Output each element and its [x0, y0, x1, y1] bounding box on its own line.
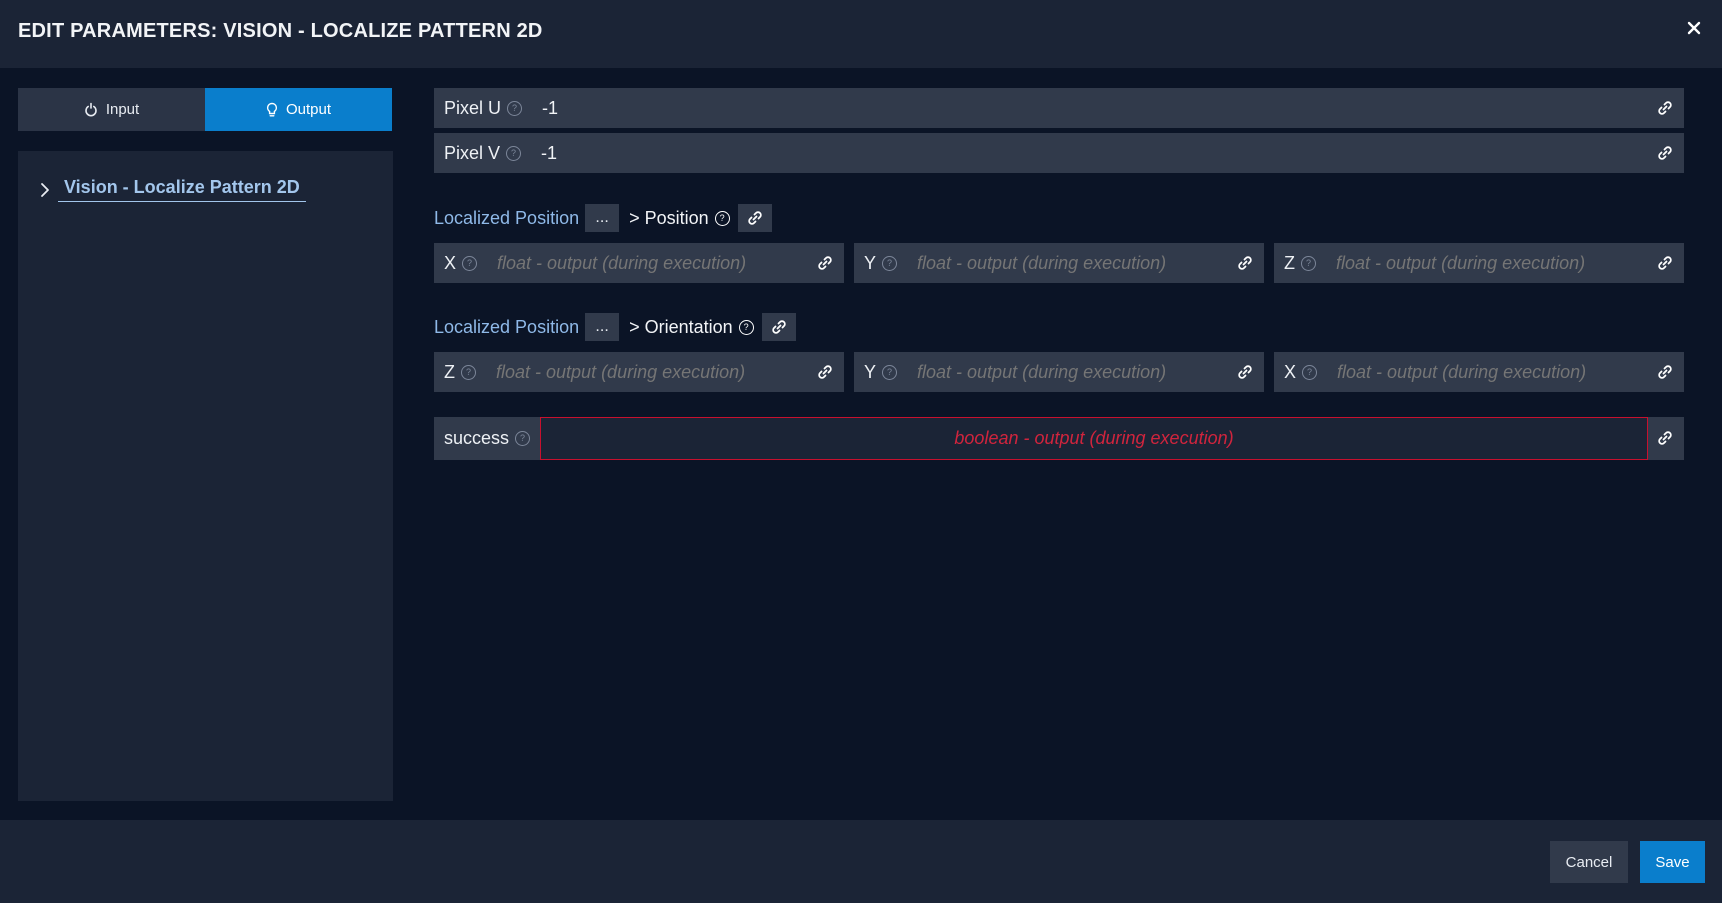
link-button[interactable]: [810, 357, 840, 387]
tree-node[interactable]: Vision - Localize Pattern 2D: [40, 177, 306, 202]
success-label: success: [444, 428, 510, 448]
help-icon[interactable]: ?: [1302, 364, 1318, 380]
pixel-v-row: Pixel V ? -1: [434, 133, 1684, 173]
link-button[interactable]: [1230, 248, 1260, 278]
help-icon[interactable]: ?: [462, 255, 478, 271]
orientation-y-field: Y?: [854, 352, 1264, 392]
link-icon: [1658, 431, 1672, 445]
close-button[interactable]: [1680, 14, 1708, 42]
lightbulb-icon: [266, 102, 278, 116]
success-input[interactable]: boolean - output (during execution): [540, 417, 1648, 460]
pixel-u-value[interactable]: -1: [542, 98, 558, 119]
position-y-input[interactable]: [915, 251, 1220, 275]
help-icon[interactable]: ?: [506, 145, 522, 161]
orientation-x-input[interactable]: [1335, 360, 1640, 384]
position-label: > Position: [629, 207, 709, 228]
chevron-right-icon[interactable]: [40, 182, 50, 198]
tree-panel: Vision - Localize Pattern 2D: [18, 151, 393, 801]
position-x-input[interactable]: [495, 251, 800, 275]
orientation-link-button[interactable]: [761, 313, 796, 341]
pixel-u-label: Pixel U: [444, 97, 502, 118]
more-button[interactable]: ...: [585, 313, 620, 341]
dialog-title: EDIT PARAMETERS: VISION - LOCALIZE PATTE…: [18, 20, 543, 42]
link-button[interactable]: [1650, 248, 1680, 278]
orientation-z-input[interactable]: [494, 360, 798, 384]
save-button[interactable]: Save: [1640, 841, 1705, 883]
link-icon: [1658, 365, 1672, 379]
help-icon[interactable]: ?: [882, 255, 898, 271]
tab-input-label: Input: [105, 101, 140, 118]
pixel-v-value[interactable]: -1: [541, 143, 557, 164]
close-icon: [1687, 21, 1701, 35]
link-icon: [1658, 146, 1672, 160]
help-icon[interactable]: ?: [738, 319, 754, 335]
link-icon: [1658, 101, 1672, 115]
success-row: success? boolean - output (during execut…: [434, 417, 1684, 460]
position-y-label: Y: [864, 252, 877, 273]
pixel-v-label: Pixel V: [444, 142, 501, 163]
link-icon: [747, 211, 762, 225]
position-y-field: Y?: [854, 243, 1264, 283]
orientation-section-header: Localized Position ... > Orientation ?: [434, 312, 796, 342]
orientation-y-label: Y: [864, 361, 877, 382]
link-icon: [771, 320, 786, 334]
link-button[interactable]: [1650, 93, 1680, 123]
link-button[interactable]: [1650, 423, 1680, 453]
position-x-label: X: [444, 252, 457, 273]
link-button[interactable]: [1230, 357, 1260, 387]
power-icon: [85, 102, 97, 117]
tab-input[interactable]: Input: [18, 88, 205, 131]
dialog-header: EDIT PARAMETERS: VISION - LOCALIZE PATTE…: [0, 0, 1722, 68]
io-tabs: Input Output: [18, 88, 393, 131]
help-icon[interactable]: ?: [515, 431, 531, 446]
tab-output-label: Output: [285, 101, 332, 118]
cancel-button[interactable]: Cancel: [1550, 841, 1628, 883]
more-button[interactable]: ...: [585, 204, 620, 232]
orientation-z-label: Z: [444, 361, 455, 382]
link-icon: [1238, 365, 1252, 379]
help-icon[interactable]: ?: [507, 100, 523, 116]
help-icon[interactable]: ?: [461, 364, 476, 380]
pixel-u-row: Pixel U ? -1: [434, 88, 1684, 128]
orientation-y-input[interactable]: [915, 360, 1220, 384]
link-button[interactable]: [810, 248, 840, 278]
orientation-x-label: X: [1284, 361, 1297, 382]
orientation-x-field: X?: [1274, 352, 1684, 392]
tab-output[interactable]: Output: [205, 88, 392, 131]
position-z-label: Z: [1284, 252, 1295, 273]
link-icon: [818, 256, 832, 270]
position-z-input[interactable]: [1334, 251, 1638, 275]
help-icon[interactable]: ?: [1301, 255, 1316, 271]
position-z-field: Z?: [1274, 243, 1684, 283]
localized-position-link[interactable]: Localized Position: [434, 208, 579, 229]
orientation-label: > Orientation: [629, 316, 733, 337]
help-icon[interactable]: ?: [882, 364, 898, 380]
link-icon: [1658, 256, 1672, 270]
help-icon[interactable]: ?: [714, 210, 730, 226]
position-section-header: Localized Position ... > Position ?: [434, 203, 772, 233]
link-button[interactable]: [1650, 357, 1680, 387]
tree-node-label[interactable]: Vision - Localize Pattern 2D: [58, 177, 306, 202]
orientation-z-field: Z?: [434, 352, 844, 392]
position-link-button[interactable]: [737, 204, 772, 232]
dialog-footer: Cancel Save: [0, 820, 1722, 903]
link-icon: [818, 365, 832, 379]
position-x-field: X?: [434, 243, 844, 283]
link-button[interactable]: [1650, 138, 1680, 168]
localized-position-link[interactable]: Localized Position: [434, 317, 579, 338]
link-icon: [1238, 256, 1252, 270]
